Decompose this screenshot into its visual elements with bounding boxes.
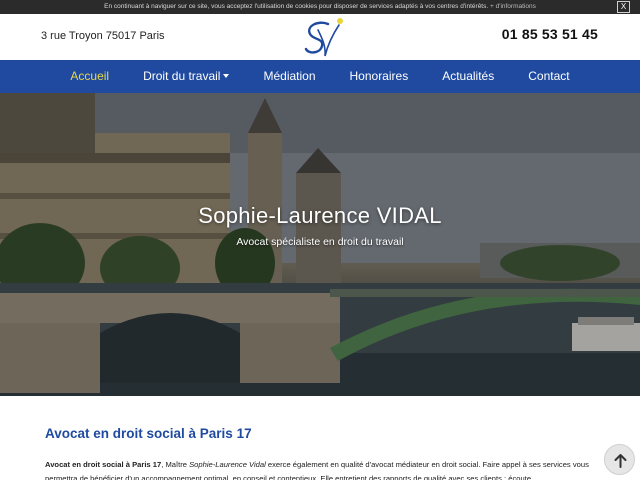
site-header: 3 rue Troyon 75017 Paris 01 85 53 51 45 [0, 14, 640, 60]
para-italic-name: Sophie-Laurence Vidal [189, 460, 266, 469]
main-content: Avocat en droit social à Paris 17 Avocat… [0, 396, 640, 480]
hero-banner: Sophie-Laurence VIDAL Avocat spécialiste… [0, 93, 640, 396]
cookie-more-link[interactable]: + d'informations [490, 3, 536, 10]
intro-paragraph: Avocat en droit social à Paris 17, Maîtr… [45, 458, 597, 480]
nav-item-label: Droit du travail [143, 69, 221, 83]
nav-item-honoraires[interactable]: Honoraires [333, 60, 426, 93]
scroll-to-top-button[interactable] [604, 444, 635, 475]
nav-item-contact[interactable]: Contact [511, 60, 586, 93]
arrow-up-icon [614, 454, 627, 468]
cookie-close-button[interactable]: X [617, 1, 630, 13]
hero-title: Sophie-Laurence VIDAL [198, 203, 442, 228]
sv-monogram-logo[interactable] [298, 16, 346, 60]
caret-down-icon [223, 73, 230, 78]
main-nav: Accueil Droit du travail Médiation Honor… [0, 60, 640, 93]
nav-item-actualites[interactable]: Actualités [425, 60, 511, 93]
phone-number[interactable]: 01 85 53 51 45 [502, 26, 598, 42]
nav-item-mediation[interactable]: Médiation [246, 60, 332, 93]
nav-item-accueil[interactable]: Accueil [53, 60, 126, 93]
hero-subtitle: Avocat spécialiste en droit du travail [236, 236, 404, 248]
cookie-banner: En continuant à naviguer sur ce site, vo… [0, 0, 640, 14]
section-title: Avocat en droit social à Paris 17 [45, 426, 252, 441]
para-bold-lead: Avocat en droit social à Paris 17 [45, 460, 162, 469]
address: 3 rue Troyon 75017 Paris [41, 30, 165, 42]
nav-item-droit-du-travail[interactable]: Droit du travail [126, 60, 246, 93]
cookie-text: En continuant à naviguer sur ce site, vo… [104, 3, 489, 10]
para-text-1: , Maître [161, 460, 190, 469]
